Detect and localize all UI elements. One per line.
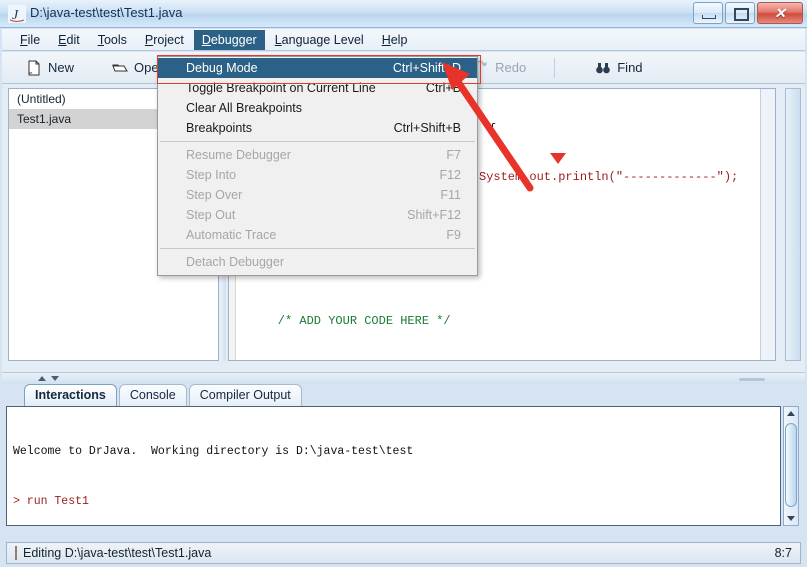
red-triangle-marker: [550, 153, 566, 164]
menu-item-label: Step Into: [186, 168, 237, 182]
console-line: Welcome to DrJava. Working directory is …: [13, 445, 414, 458]
open-folder-icon: [112, 64, 128, 71]
new-file-icon: [28, 60, 40, 75]
menu-item-shortcut: F11: [440, 188, 461, 202]
splitter-grip[interactable]: [739, 378, 765, 381]
menu-item-shortcut: Shift+F12: [407, 208, 461, 222]
scroll-down-icon[interactable]: [787, 516, 795, 521]
menu-edit-rest: dit: [66, 32, 80, 47]
menu-item-shortcut: Ctrl+Shift+D: [392, 61, 461, 75]
menu-item-automatic-trace[interactable]: Automatic Trace F9: [158, 225, 477, 245]
console-vertical-scrollbar[interactable]: [783, 406, 799, 526]
menu-item-toggle-breakpoint[interactable]: Toggle Breakpoint on Current Line Ctrl+B: [158, 78, 477, 98]
window-titlebar: J D:\java-test\test\Test1.java ✕: [0, 0, 807, 28]
menu-item-debug-mode[interactable]: Debug Mode Ctrl+Shift+D: [158, 58, 477, 78]
drjava-j-icon: J: [8, 5, 26, 23]
menu-item-shortcut: F12: [439, 168, 461, 182]
code-line: {: [489, 122, 497, 136]
menu-item-clear-all-breakpoints[interactable]: Clear All Breakpoints: [158, 98, 477, 118]
menu-tools[interactable]: Tools: [90, 30, 135, 50]
editor-vertical-scrollbar[interactable]: [760, 89, 775, 360]
scrollbar-thumb[interactable]: [785, 423, 797, 507]
menu-help[interactable]: Help: [374, 30, 416, 50]
menu-item-shortcut: Ctrl+B: [425, 81, 461, 95]
menu-item-label: Breakpoints: [186, 121, 253, 135]
minimize-icon: [702, 15, 716, 19]
minimize-button[interactable]: [693, 2, 723, 24]
tab-interactions[interactable]: Interactions: [24, 384, 117, 406]
menubar: File Edit Tools Project Debugger Languag…: [2, 29, 805, 51]
window-controls: ✕: [693, 2, 803, 24]
menu-edit[interactable]: Edit: [50, 30, 88, 50]
menu-item-step-into[interactable]: Step Into F12: [158, 165, 477, 185]
menu-language-level[interactable]: Language Level: [267, 30, 372, 50]
main-vertical-scrollbar[interactable]: [785, 88, 801, 361]
menu-item-breakpoints[interactable]: Breakpoints Ctrl+Shift+B: [158, 118, 477, 138]
menu-item-step-over[interactable]: Step Over F11: [158, 185, 477, 205]
toolbar-new-button[interactable]: New: [16, 56, 84, 80]
status-bar: Editing D:\java-test\test\Test1.java 8:7: [6, 542, 801, 564]
menu-item-label: Clear All Breakpoints: [186, 101, 303, 115]
menu-item-label: Detach Debugger: [186, 255, 284, 269]
toolbar-find-button[interactable]: Find: [585, 56, 652, 80]
menu-item-detach-debugger[interactable]: Detach Debugger: [158, 252, 477, 272]
menu-item-label: Automatic Trace: [186, 228, 277, 242]
menu-item-shortcut: F9: [446, 228, 461, 242]
menu-item-shortcut: Ctrl+Shift+B: [393, 121, 461, 135]
menu-separator: [160, 248, 475, 249]
tab-console[interactable]: Console: [118, 384, 187, 406]
toolbar-separator-2: [554, 57, 556, 78]
maximize-icon: [734, 8, 749, 21]
menu-file[interactable]: File: [12, 30, 48, 50]
code-line: /* ADD YOUR CODE HERE */: [249, 314, 451, 328]
menu-language-level-rest: anguage Level: [281, 32, 364, 47]
menu-item-label: Debug Mode: [186, 61, 258, 75]
tab-compiler-output[interactable]: Compiler Output: [188, 384, 302, 406]
menu-help-rest: elp: [390, 32, 408, 47]
menu-item-shortcut: F7: [446, 148, 461, 162]
menu-debugger[interactable]: Debugger: [193, 29, 265, 50]
drjava-window: J D:\java-test\test\Test1.java ✕ File Ed…: [0, 0, 807, 567]
close-button[interactable]: ✕: [757, 2, 803, 24]
menu-project-rest: roject: [153, 32, 184, 47]
menu-item-label: Step Out: [186, 208, 236, 222]
menu-item-label: Toggle Breakpoint on Current Line: [186, 81, 376, 95]
code-line: System.out.println("-------------");: [479, 170, 739, 184]
status-caret-position: 8:7: [774, 546, 792, 560]
menu-item-label: Resume Debugger: [186, 148, 291, 162]
splitter-collapse-up-icon[interactable]: [38, 376, 46, 381]
menu-item-step-out[interactable]: Step Out Shift+F12: [158, 205, 477, 225]
close-icon: ✕: [774, 5, 786, 21]
debugger-dropdown-menu[interactable]: Debug Mode Ctrl+Shift+D Toggle Breakpoin…: [157, 56, 478, 276]
bottom-tab-bar: Interactions Console Compiler Output: [2, 384, 805, 406]
toolbar-find-label: Find: [617, 60, 643, 75]
window-title: D:\java-test\test\Test1.java: [30, 5, 183, 20]
menu-separator: [160, 141, 475, 142]
splitter-collapse-down-icon[interactable]: [51, 376, 59, 381]
maximize-button[interactable]: [725, 2, 755, 24]
interactions-console[interactable]: Welcome to DrJava. Working directory is …: [6, 406, 781, 526]
menu-item-resume-debugger[interactable]: Resume Debugger F7: [158, 145, 477, 165]
console-line: > run Test1: [13, 494, 89, 508]
menu-project[interactable]: Project: [137, 30, 192, 50]
menu-file-rest: ile: [27, 32, 41, 47]
toolbar-new-label: New: [48, 60, 75, 75]
toolbar-redo-label: Redo: [495, 60, 527, 75]
menu-item-label: Step Over: [186, 188, 243, 202]
binoculars-find-icon: [596, 62, 611, 73]
menu-debugger-rest: ebugger: [210, 32, 257, 47]
scroll-up-icon[interactable]: [787, 411, 795, 416]
horizontal-splitter[interactable]: [2, 372, 805, 384]
menu-tools-rest: ools: [103, 32, 127, 47]
status-message: Editing D:\java-test\test\Test1.java: [15, 546, 211, 560]
